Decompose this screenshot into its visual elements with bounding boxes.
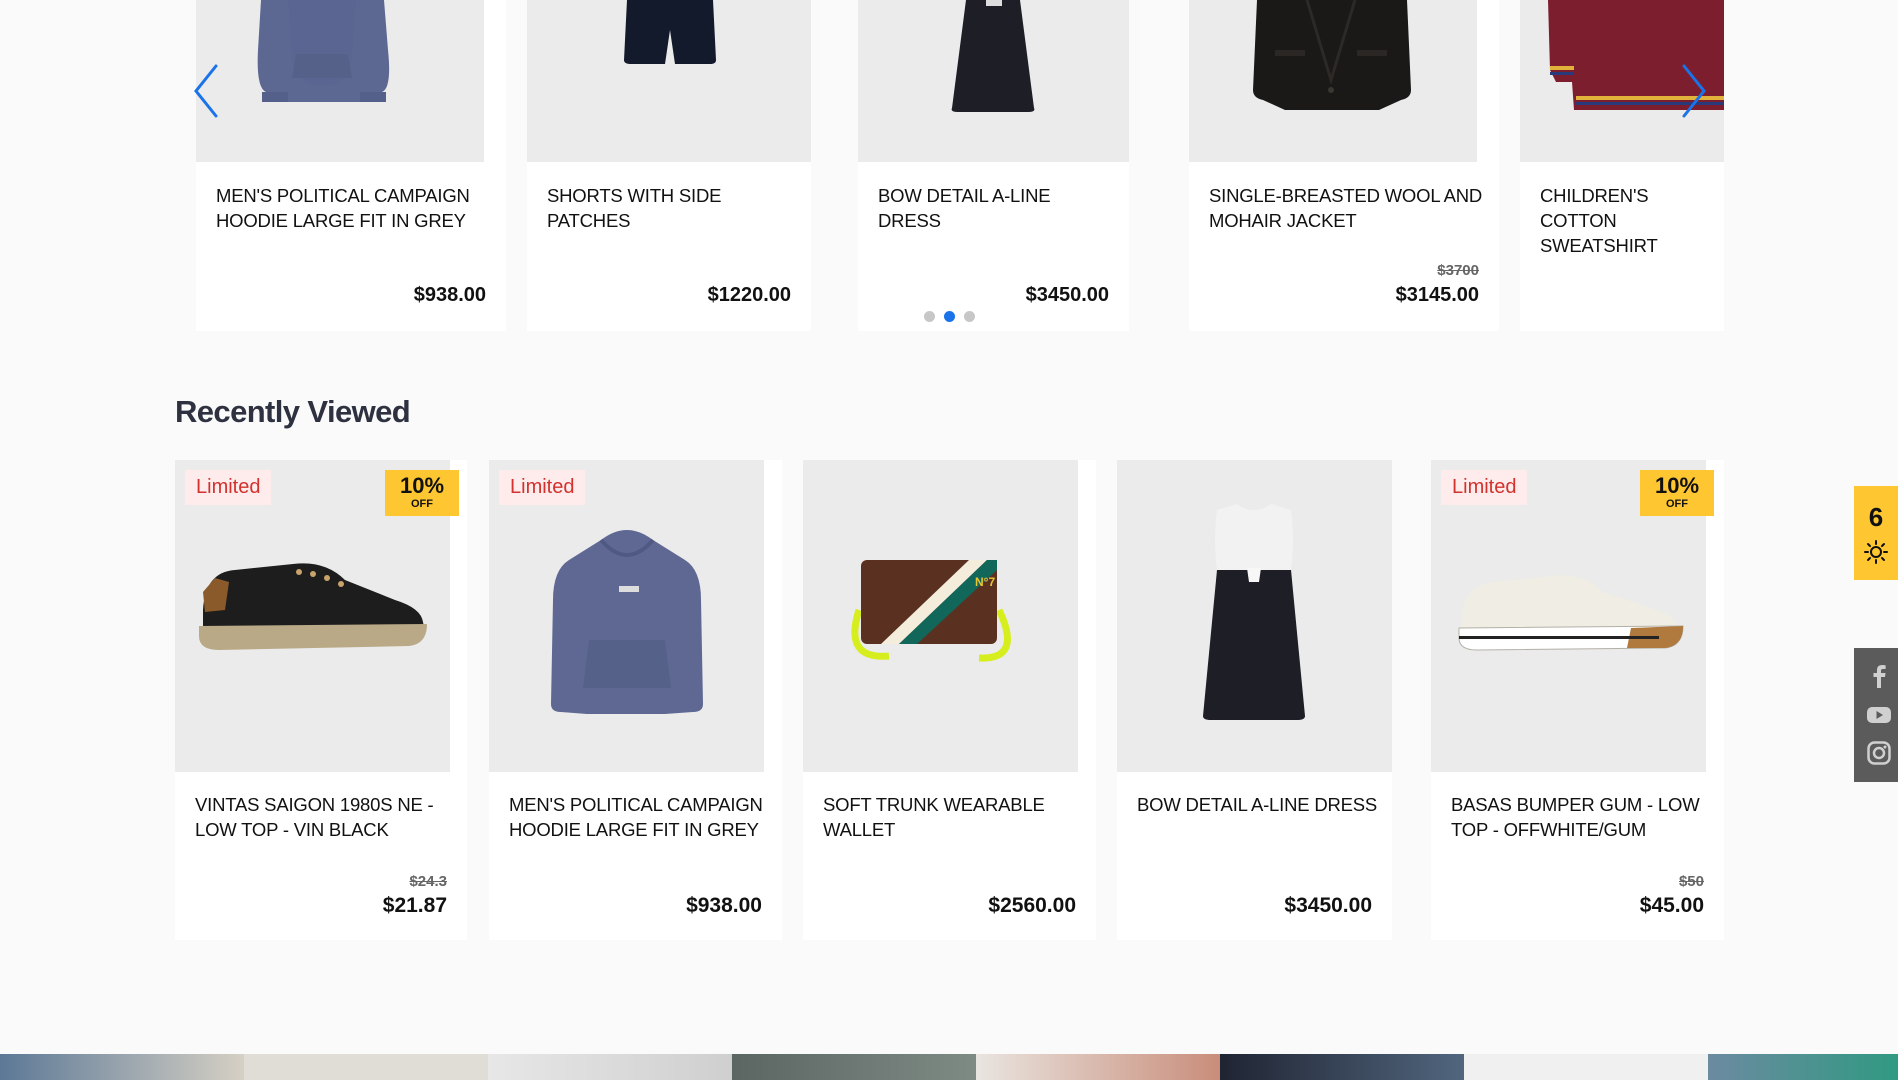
gallery-image[interactable]: [1708, 1054, 1898, 1080]
product-price: $45.00: [1639, 894, 1704, 917]
product-name[interactable]: BOW DETAIL A-LINE DRESS: [878, 183, 1115, 233]
product-image[interactable]: [489, 460, 764, 772]
recently-viewed-card[interactable]: BOW DETAIL A-LINE DRESS $3450.00: [1117, 460, 1392, 940]
gallery-image[interactable]: [488, 1054, 732, 1080]
recently-viewed-card[interactable]: Limited MEN'S POLITICAL CAMPAIGN HOODIE …: [489, 460, 782, 940]
carousel-prev-button[interactable]: [186, 60, 226, 122]
instagram-gallery-strip: [0, 1054, 1898, 1080]
product-name[interactable]: SOFT TRUNK WEARABLE WALLET: [823, 792, 1082, 842]
product-image[interactable]: [527, 0, 811, 162]
hoodie-image: [551, 530, 703, 714]
gallery-image[interactable]: [1464, 1054, 1708, 1080]
carousel-next-button[interactable]: [1674, 60, 1714, 122]
product-image[interactable]: [196, 0, 484, 162]
carousel-product-card[interactable]: MEN'S POLITICAL CAMPAIGN HOODIE LARGE FI…: [196, 0, 506, 331]
gallery-image[interactable]: [0, 1054, 244, 1080]
discount-off-label: OFF: [1666, 498, 1688, 510]
chevron-left-icon: [194, 64, 218, 118]
carousel-product-card[interactable]: BOW DETAIL A-LINE DRESS $3450.00: [858, 0, 1129, 331]
carousel-product-card[interactable]: CHILDREN'S COTTON SWEATSHIRT: [1520, 0, 1724, 331]
product-name[interactable]: MEN'S POLITICAL CAMPAIGN HOODIE LARGE FI…: [509, 792, 768, 842]
gallery-image[interactable]: [244, 1054, 488, 1080]
social-links: [1854, 648, 1898, 782]
theme-toggle-widget[interactable]: 6: [1854, 486, 1898, 580]
instagram-icon[interactable]: [1866, 740, 1892, 766]
discount-percent: 10%: [1654, 473, 1700, 498]
product-image[interactable]: [858, 0, 1129, 162]
product-image[interactable]: [1117, 460, 1392, 772]
recently-viewed-title: Recently Viewed: [175, 394, 411, 429]
product-price: $2560.00: [988, 894, 1076, 917]
dress-image: [1203, 504, 1305, 720]
dress-image: [951, 0, 1035, 112]
pagination-dot[interactable]: [924, 311, 935, 322]
product-name[interactable]: BOW DETAIL A-LINE DRESS: [1137, 792, 1378, 817]
page: MEN'S POLITICAL CAMPAIGN HOODIE LARGE FI…: [0, 0, 1898, 1080]
facebook-icon[interactable]: [1866, 662, 1892, 688]
recently-viewed-card[interactable]: N°7 SOFT TRUNK WEARABLE WALLET $2560.00: [803, 460, 1096, 940]
product-image[interactable]: [1189, 0, 1477, 162]
carousel-pagination: [924, 311, 975, 322]
product-price: $938.00: [686, 894, 762, 917]
theme-count: 6: [1868, 502, 1884, 532]
product-name[interactable]: SINGLE-BREASTED WOOL AND MOHAIR JACKET: [1209, 183, 1485, 233]
chevron-right-icon: [1682, 64, 1706, 118]
discount-percent: 10%: [399, 473, 445, 498]
product-name[interactable]: VINTAS SAIGON 1980S NE - LOW TOP - VIN B…: [195, 792, 453, 842]
limited-badge: Limited: [499, 470, 586, 505]
discount-badge: 10% OFF: [1640, 470, 1714, 516]
gallery-image[interactable]: [732, 1054, 976, 1080]
product-price: $3450.00: [1025, 284, 1109, 306]
shorts-image: [624, 0, 716, 64]
hoodie-image: [257, 0, 390, 102]
product-price: $1220.00: [707, 284, 791, 306]
product-price: $3450.00: [1284, 894, 1372, 917]
product-name[interactable]: BASAS BUMPER GUM - LOW TOP - OFFWHITE/GU…: [1451, 792, 1710, 842]
product-name[interactable]: MEN'S POLITICAL CAMPAIGN HOODIE LARGE FI…: [216, 183, 492, 233]
youtube-icon[interactable]: [1866, 702, 1892, 728]
product-name[interactable]: CHILDREN'S COTTON SWEATSHIRT: [1540, 183, 1716, 258]
gallery-image[interactable]: [976, 1054, 1220, 1080]
product-old-price: $50: [1678, 873, 1704, 890]
recently-viewed-card[interactable]: Limited 10% OFF BASAS BUMPER GUM - LOW T…: [1431, 460, 1724, 940]
product-price: $3145.00: [1395, 284, 1479, 306]
discount-off-label: OFF: [411, 498, 433, 510]
product-image[interactable]: N°7: [803, 460, 1078, 772]
discount-badge: 10% OFF: [385, 470, 459, 516]
limited-badge: Limited: [1441, 470, 1528, 505]
related-products-carousel: MEN'S POLITICAL CAMPAIGN HOODIE LARGE FI…: [196, 0, 1724, 332]
jacket-image: [1253, 0, 1411, 110]
pagination-dot[interactable]: [964, 311, 975, 322]
pagination-dot-active[interactable]: [944, 311, 955, 322]
recently-viewed-card[interactable]: Limited 10% OFF VINTAS SAIGON 1980S NE -…: [175, 460, 467, 940]
svg-text:N°7: N°7: [975, 575, 995, 589]
product-name[interactable]: SHORTS WITH SIDE PATCHES: [547, 183, 797, 233]
carousel-product-card[interactable]: SINGLE-BREASTED WOOL AND MOHAIR JACKET $…: [1189, 0, 1499, 331]
carousel-product-card[interactable]: SHORTS WITH SIDE PATCHES $1220.00: [527, 0, 811, 331]
product-old-price: $3700: [1437, 262, 1479, 279]
gallery-image[interactable]: [1220, 1054, 1464, 1080]
limited-badge: Limited: [185, 470, 272, 505]
wallet-image: N°7: [851, 560, 1011, 662]
product-old-price: $24.3: [409, 873, 447, 890]
sun-icon[interactable]: [1864, 540, 1888, 564]
product-price: $938.00: [413, 284, 486, 306]
product-price: $21.87: [382, 894, 447, 917]
